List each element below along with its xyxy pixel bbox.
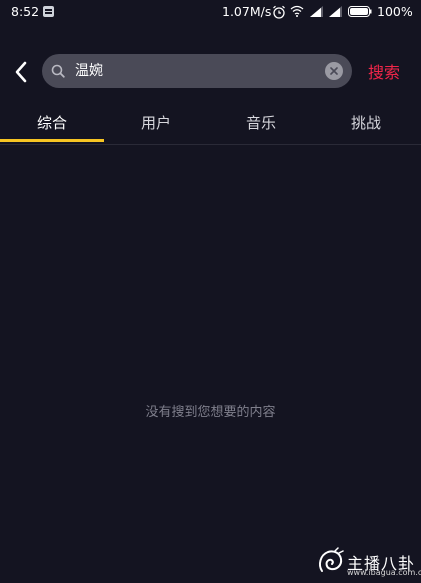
search-input[interactable]: 温婉 xyxy=(75,54,103,88)
battery-level: 100% xyxy=(377,4,413,19)
empty-state-message: 没有搜到您想要的内容 xyxy=(145,405,276,420)
status-bar: 8:52 1.07M/s 100% xyxy=(0,0,421,24)
watermark: 主播八卦 www.ibagua.com.cn xyxy=(316,544,421,579)
network-speed: 1.07M/s xyxy=(222,4,272,19)
search-submit-button[interactable]: 搜索 xyxy=(368,59,400,83)
wifi-icon xyxy=(290,5,304,17)
battery-icon xyxy=(348,6,372,17)
tab-music[interactable]: 音乐 xyxy=(209,104,313,144)
tab-challenges[interactable]: 挑战 xyxy=(314,104,418,144)
close-icon xyxy=(330,67,338,75)
signal-icon xyxy=(310,6,323,17)
watermark-domain: www.ibagua.com.cn xyxy=(347,568,421,577)
tab-users[interactable]: 用户 xyxy=(104,104,208,144)
signal-icon xyxy=(329,6,342,17)
back-button[interactable] xyxy=(10,58,32,86)
tab-general[interactable]: 综合 xyxy=(0,104,104,144)
app-notification-icon xyxy=(43,6,54,17)
watermark-logo-icon xyxy=(319,547,344,572)
alarm-icon xyxy=(273,5,285,19)
status-time: 8:52 xyxy=(11,4,40,19)
search-box[interactable]: 温婉 xyxy=(42,54,352,88)
search-icon xyxy=(51,64,65,78)
active-tab-indicator xyxy=(0,139,104,142)
clear-search-button[interactable] xyxy=(325,62,343,80)
chevron-left-icon xyxy=(15,61,27,83)
